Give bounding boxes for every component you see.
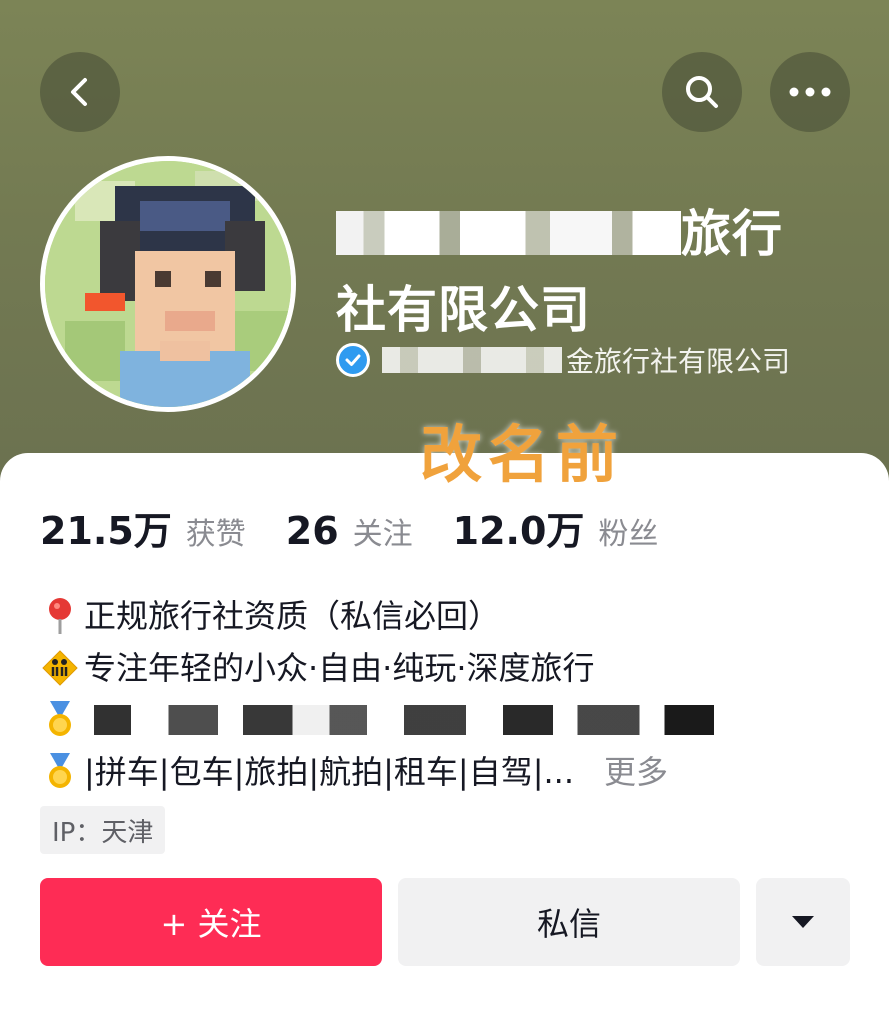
bio-line-4: |拼车|包车|旅拍|航拍|租车|自驾|... 更多 (40, 746, 840, 798)
avatar-pixel (65, 321, 125, 381)
verification-row: 金旅行社有限公司 (336, 338, 790, 382)
stat-likes[interactable]: 21.5万 获赞 (40, 500, 246, 555)
ip-location-tag: IP：天津 (40, 806, 166, 854)
bio-line-3 (40, 694, 840, 746)
stat-value: 21.5万 (40, 509, 172, 553)
children-crossing-icon (40, 648, 80, 688)
bio-text: 正规旅行社资质（私信必回） (84, 597, 501, 635)
stat-label: 粉丝 (598, 517, 659, 552)
message-button[interactable]: 私信 (398, 878, 740, 966)
medal-icon (40, 752, 80, 792)
search-icon (686, 76, 718, 108)
profile-bio[interactable]: 正规旅行社资质（私信必回） 专注年轻的小众·自由·纯玩·深度旅行 |拼车|包车|… (40, 590, 840, 798)
avatar-hair (100, 221, 140, 301)
redacted-bio-mosaic (94, 705, 714, 735)
stat-label: 获赞 (185, 517, 246, 552)
avatar-hair (140, 201, 230, 231)
verified-check-icon (336, 343, 370, 377)
more-actions-dropdown-button[interactable] (756, 878, 850, 966)
redacted-name-mosaic (336, 211, 681, 255)
bio-text: |拼车|包车|旅拍|航拍|租车|自驾|... (84, 753, 574, 791)
stat-value: 26 (285, 509, 339, 553)
name-line1-suffix: 旅行 (681, 205, 783, 263)
chevron-left-icon (71, 78, 87, 106)
profile-name: 旅行 社有限公司 (336, 196, 856, 348)
redacted-verification-mosaic (382, 347, 562, 373)
avatar-mouth (165, 311, 215, 331)
medal-icon (40, 700, 80, 740)
avatar[interactable] (40, 156, 296, 412)
avatar-face (135, 251, 235, 351)
stats-row: 21.5万 获赞 26 关注 12.0万 粉丝 (40, 500, 698, 553)
avatar-eye (205, 271, 221, 287)
back-button[interactable] (40, 52, 120, 132)
more-dots-icon (789, 87, 831, 97)
search-button[interactable] (662, 52, 742, 132)
stat-value: 12.0万 (452, 509, 585, 553)
verified-entity-text: 金旅行社有限公司 (566, 345, 791, 378)
bio-text: 专注年轻的小众·自由·纯玩·深度旅行 (84, 649, 595, 687)
name-line2: 社有限公司 (336, 281, 591, 339)
bio-line-2: 专注年轻的小众·自由·纯玩·深度旅行 (40, 642, 840, 694)
follow-button[interactable]: + 关注 (40, 878, 382, 966)
overlay-annotation: 改名前 (420, 418, 625, 491)
more-options-button[interactable] (770, 52, 850, 132)
stat-followers[interactable]: 12.0万 粉丝 (453, 500, 659, 555)
avatar-neck (160, 341, 210, 361)
bio-line-1: 正规旅行社资质（私信必回） (40, 590, 840, 642)
stat-following[interactable]: 26 关注 (286, 509, 413, 553)
avatar-pixel (85, 293, 125, 311)
pin-icon (40, 596, 80, 636)
avatar-eye (155, 271, 171, 287)
bio-more-link[interactable]: 更多 (604, 746, 668, 798)
caret-down-icon (792, 916, 814, 928)
stat-label: 关注 (352, 517, 413, 552)
